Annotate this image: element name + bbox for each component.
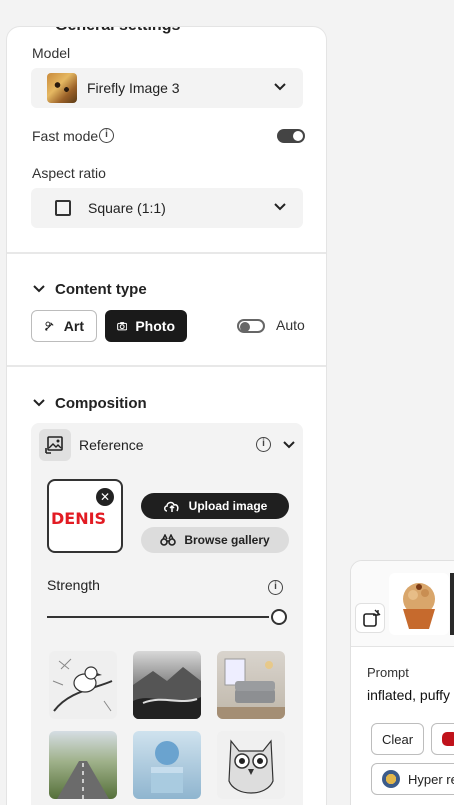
chevron-down-icon — [33, 285, 45, 293]
toggle-knob — [240, 322, 250, 332]
photo-label: Photo — [135, 318, 175, 334]
divider — [7, 365, 326, 367]
auto-toggle[interactable] — [237, 319, 265, 333]
brush-icon — [45, 321, 54, 331]
upload-image-button[interactable]: Upload image — [141, 493, 289, 519]
result-image-dark[interactable] — [450, 573, 454, 635]
chevron-down-icon[interactable] — [283, 441, 295, 449]
model-value: Firefly Image 3 — [87, 80, 180, 96]
clear-button[interactable]: Clear — [371, 723, 425, 755]
style-thumbnail — [442, 732, 454, 746]
prompt-text[interactable]: inflated, puffy — [367, 687, 450, 703]
reference-image-thumbnail[interactable]: DENIS ✕ — [47, 479, 123, 553]
strength-label: Strength — [47, 577, 100, 593]
model-label: Model — [32, 45, 71, 61]
info-icon[interactable]: i — [256, 437, 271, 452]
style-tile-owl[interactable] — [217, 731, 285, 799]
image-edit-icon[interactable] — [355, 603, 385, 633]
model-select[interactable]: Firefly Image 3 — [31, 68, 303, 108]
content-type-header[interactable]: Content type — [33, 281, 147, 298]
content-type-title: Content type — [55, 281, 147, 298]
reference-image-icon — [39, 429, 71, 461]
result-image-icecream[interactable] — [389, 573, 449, 635]
binoculars-icon — [160, 534, 177, 546]
chevron-down-icon — [274, 83, 286, 91]
composition-header[interactable]: Composition — [33, 395, 147, 412]
browse-gallery-label: Browse gallery — [184, 533, 270, 547]
strength-slider-handle[interactable] — [271, 609, 287, 625]
style-tile-landscape[interactable] — [133, 651, 201, 719]
general-settings-title: General settings — [55, 27, 180, 35]
style-chip-label: Hyper re — [408, 771, 454, 787]
toggle-knob — [293, 131, 303, 141]
reference-image-logo: DENIS — [51, 509, 107, 528]
style-tile-sphere[interactable] — [133, 731, 201, 799]
fast-mode-toggle[interactable] — [277, 129, 305, 143]
clear-label: Clear — [382, 731, 414, 747]
upload-image-label: Upload image — [188, 499, 268, 513]
chevron-down-icon — [33, 399, 45, 407]
auto-label: Auto — [276, 317, 305, 333]
composition-title: Composition — [55, 395, 147, 412]
result-thumbnails — [351, 561, 454, 647]
cloud-upload-icon — [163, 501, 179, 512]
close-icon[interactable]: ✕ — [96, 488, 114, 506]
photo-button[interactable]: Photo — [105, 310, 187, 342]
prompt-label: Prompt — [367, 665, 409, 680]
style-tile-interior[interactable] — [217, 651, 285, 719]
info-icon[interactable]: i — [268, 580, 283, 595]
art-label: Art — [63, 318, 84, 334]
info-icon[interactable]: i — [99, 128, 114, 143]
model-thumbnail — [47, 73, 77, 103]
square-icon — [55, 200, 71, 216]
divider — [7, 252, 326, 254]
style-thumbnail — [382, 770, 400, 788]
camera-icon — [117, 322, 128, 331]
prompt-card: Prompt inflated, puffy Clear Hyper re — [350, 560, 454, 805]
style-tile-bird[interactable] — [49, 651, 117, 719]
art-button[interactable]: Art — [31, 310, 97, 342]
chevron-down-icon — [274, 203, 286, 211]
reference-panel: Reference i DENIS ✕ Upload image Browse … — [31, 423, 303, 805]
aspect-ratio-select[interactable]: Square (1:1) — [31, 188, 303, 228]
aspect-ratio-value: Square (1:1) — [88, 200, 166, 216]
style-chip-red[interactable] — [431, 723, 454, 755]
reference-label: Reference — [79, 437, 144, 453]
strength-slider-track[interactable] — [47, 616, 269, 618]
style-chip-hyper[interactable]: Hyper re — [371, 763, 454, 795]
browse-gallery-button[interactable]: Browse gallery — [141, 527, 289, 553]
fast-mode-label: Fast mode — [32, 128, 99, 144]
settings-panel: General settings Model Firefly Image 3 F… — [6, 26, 327, 805]
aspect-ratio-label: Aspect ratio — [32, 165, 106, 181]
style-tile-road[interactable] — [49, 731, 117, 799]
